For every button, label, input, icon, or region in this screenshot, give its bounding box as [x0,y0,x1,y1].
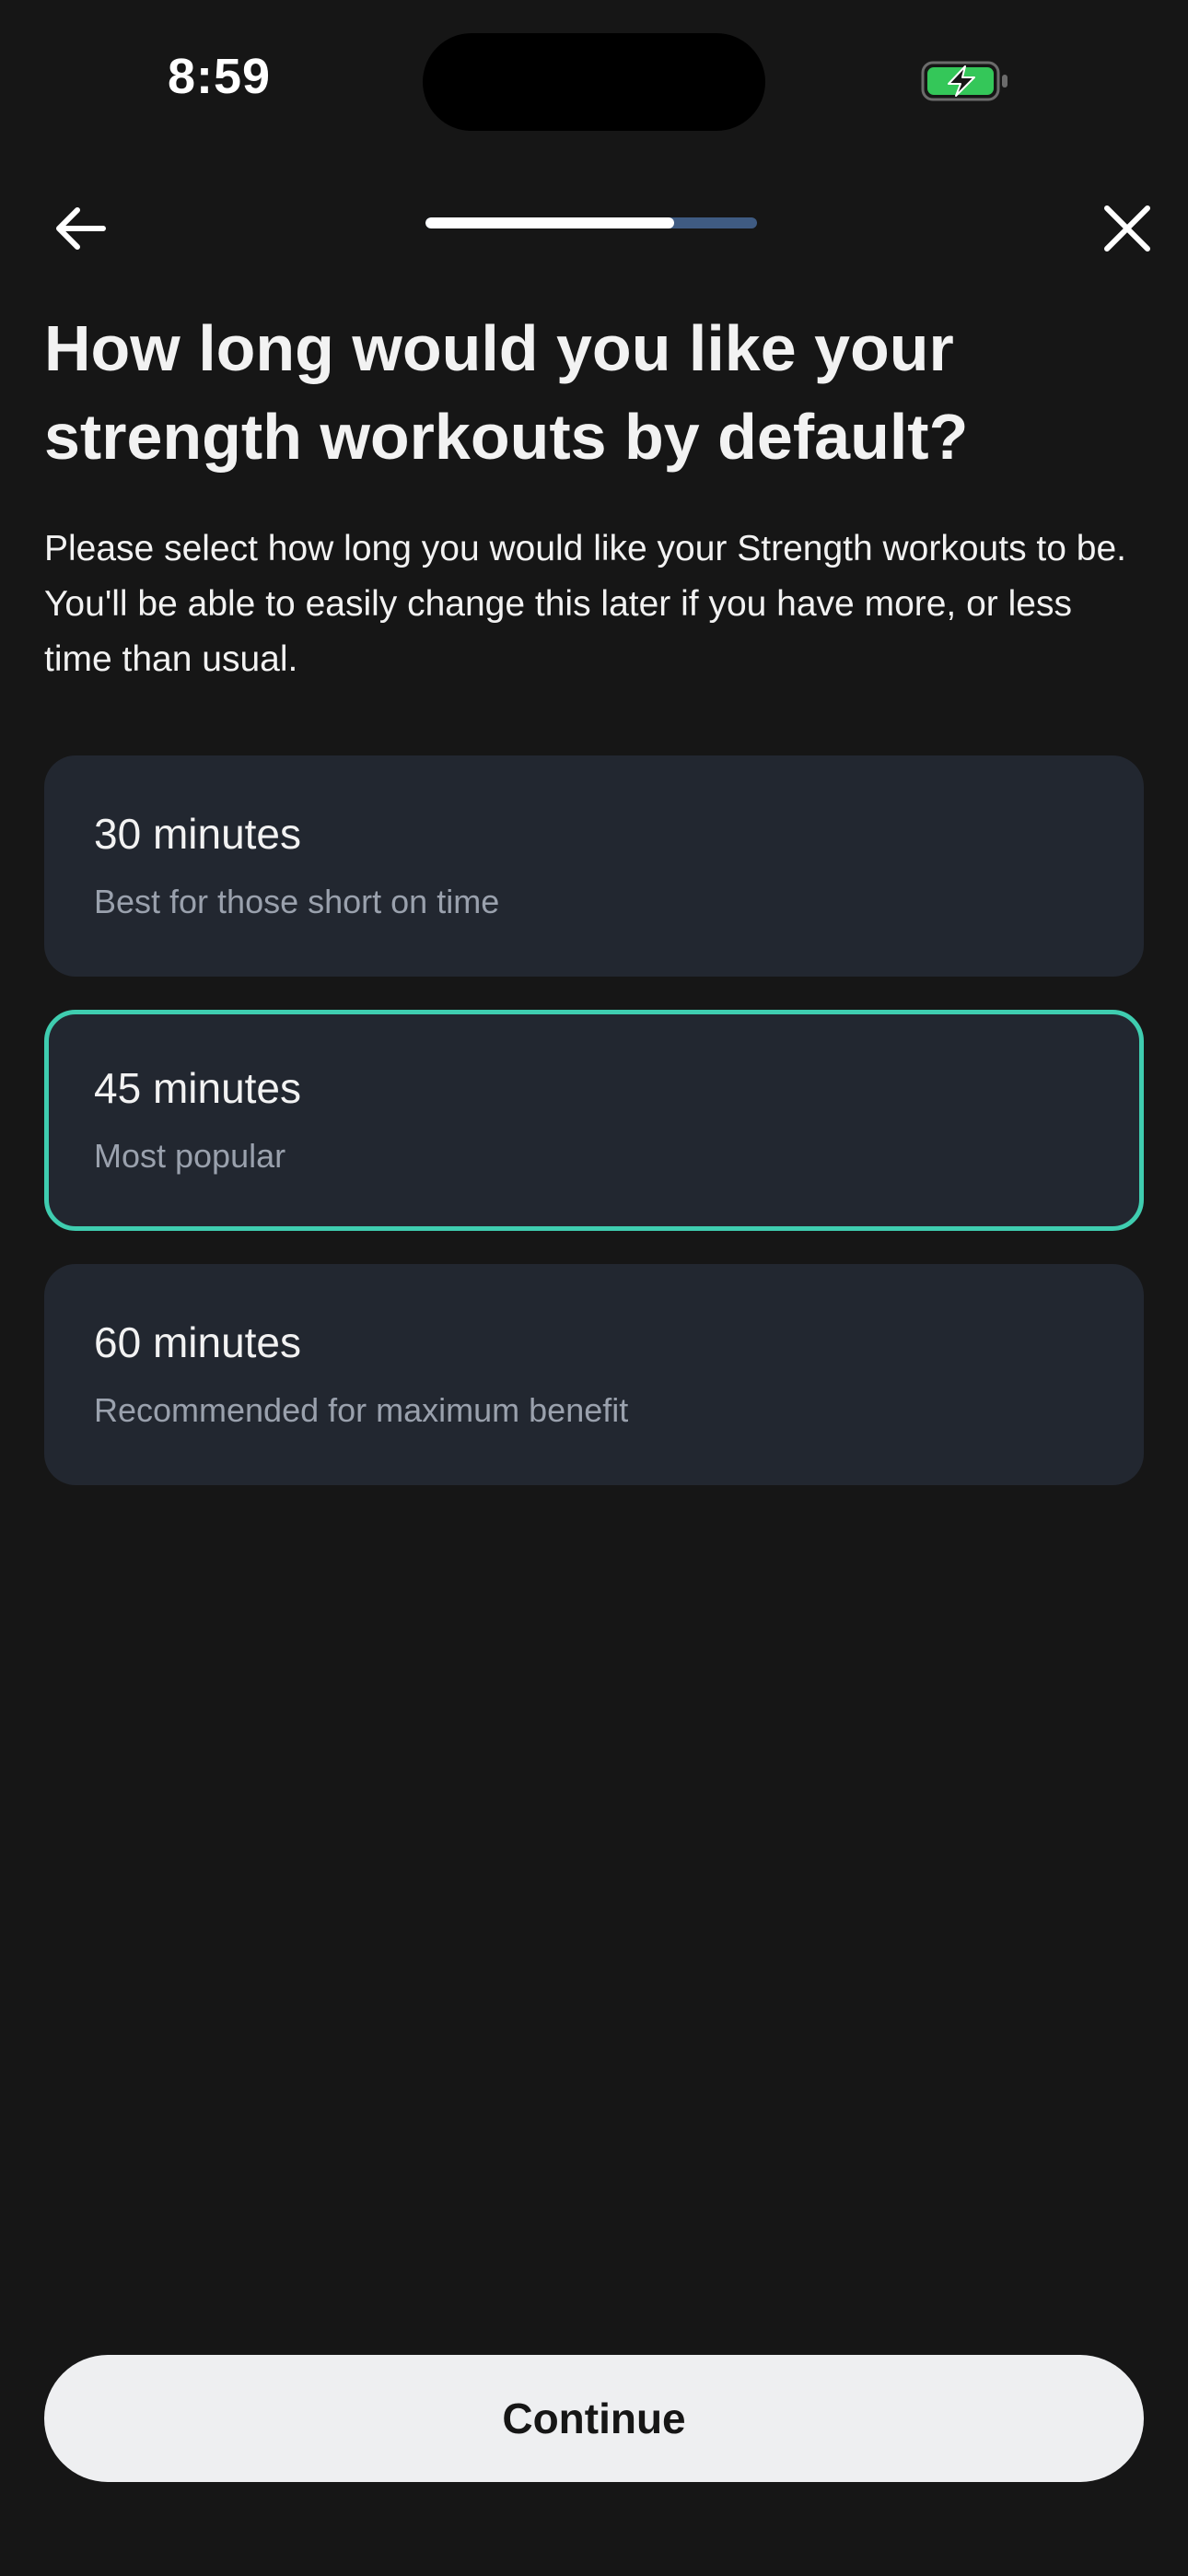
option-title: 60 minutes [94,1318,302,1366]
progress-bar [425,217,757,228]
option-subtitle: Best for those short on time [94,883,500,920]
progress-fill [425,217,674,228]
close-icon [1104,205,1150,252]
page-title: How long would you like your strength wo… [44,312,969,473]
option-subtitle: Recommended for maximum benefit [94,1391,629,1429]
option-title: 30 minutes [94,810,302,858]
option-45-minutes[interactable]: 45 minutes Most popular [44,1010,1144,1231]
dynamic-island [423,33,765,131]
close-button[interactable] [1094,195,1160,262]
continue-button[interactable]: Continue [44,2355,1144,2482]
option-title: 45 minutes [94,1064,302,1112]
battery-charging-icon [921,61,1007,101]
back-button[interactable] [48,195,114,262]
option-30-minutes[interactable]: 30 minutes Best for those short on time [44,755,1144,977]
option-60-minutes[interactable]: 60 minutes Recommended for maximum benef… [44,1264,1144,1485]
arrow-left-icon [56,207,106,250]
status-bar: 8:59 [0,0,1188,157]
header [0,184,1188,267]
page-description: Please select how long you would like yo… [44,529,1126,679]
status-time: 8:59 [168,49,272,104]
option-subtitle: Most popular [94,1137,286,1175]
